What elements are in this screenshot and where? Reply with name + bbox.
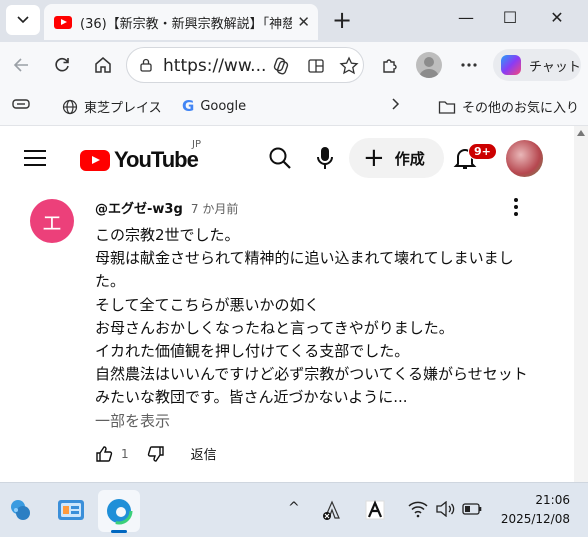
comment-author[interactable]: @エグゼ-w3g	[95, 202, 183, 217]
like-count: 1	[121, 446, 129, 461]
address-bar[interactable]: https://ww...	[126, 47, 364, 83]
tray-overflow-chevron-icon[interactable]: ^	[288, 500, 300, 516]
copilot-chat-button[interactable]: チャット	[493, 49, 581, 81]
youtube-logo[interactable]: YouTube JP	[80, 139, 201, 173]
refresh-icon[interactable]	[49, 52, 75, 78]
new-tab-button[interactable]: +	[328, 6, 356, 34]
copilot-page-icon[interactable]	[272, 57, 290, 75]
comment-text: この宗教2世でした。 母親は献金させられて精神的に追い込まれて壊れてしまいまし …	[95, 224, 550, 410]
tab-strip: (36)【新宗教・新興宗教解説】「神慈秀明会」 ✕ + — ☐ ✕	[0, 0, 588, 42]
globe-icon	[62, 99, 78, 114]
region-code: JP	[192, 139, 201, 150]
comment-line: 母親は献金させられて精神的に追い込まれて壊れてしまいまし	[95, 249, 514, 268]
comment-line: この宗教2世でした。	[95, 226, 240, 244]
weather-widget-icon[interactable]	[6, 495, 36, 525]
favorite-label: Google	[200, 98, 247, 114]
youtube-play-icon	[80, 149, 110, 171]
scroll-up-arrow-icon[interactable]	[577, 130, 585, 136]
other-favorites-folder[interactable]: その他のお気に入り	[438, 97, 579, 116]
browser-tab[interactable]: (36)【新宗教・新興宗教解説】「神慈秀明会」 ✕	[44, 4, 318, 40]
close-window-button[interactable]: ✕	[542, 8, 572, 27]
clock-time: 21:06	[535, 493, 570, 507]
tab-title: (36)【新宗教・新興宗教解説】「神慈秀明会」	[80, 16, 292, 32]
comment-line: そして全てこちらが悪いかの如く	[95, 295, 320, 314]
lock-icon	[140, 58, 152, 72]
youtube-favicon	[54, 15, 72, 29]
copilot-label: チャット	[529, 59, 581, 75]
avatar-letter: エ	[42, 210, 62, 235]
comment-actions: 1 返信	[95, 444, 217, 463]
profile-avatar[interactable]	[416, 52, 442, 78]
comment-more-options-icon[interactable]	[512, 198, 520, 219]
favorite-label: 東芝プレイス	[84, 101, 162, 116]
wifi-icon[interactable]	[408, 500, 428, 518]
comment-timestamp[interactable]: 7 か月前	[191, 202, 238, 216]
minimize-button[interactable]: —	[451, 8, 481, 27]
tab-list-button[interactable]	[6, 5, 40, 35]
menu-icon[interactable]	[24, 150, 46, 171]
system-clock[interactable]: 21:06 2025/12/08	[498, 491, 570, 529]
comment-line: みたいな教団です。皆さん近づかないように...	[95, 388, 408, 407]
more-menu-icon[interactable]	[456, 52, 482, 78]
thumbs-up-icon[interactable]	[95, 445, 113, 463]
comment-line: た。	[95, 272, 126, 291]
folder-icon	[438, 100, 456, 114]
edge-icon	[105, 497, 133, 525]
commenter-avatar[interactable]: エ	[30, 199, 74, 243]
active-app-indicator	[111, 530, 127, 533]
battery-icon[interactable]	[462, 503, 482, 515]
other-favorites-label: その他のお気に入り	[462, 101, 580, 116]
search-icon[interactable]	[266, 144, 294, 172]
favorites-overflow-chevron-icon[interactable]	[390, 97, 400, 111]
copilot-icon	[501, 55, 521, 75]
maximize-button[interactable]: ☐	[495, 8, 525, 27]
youtube-wordmark: YouTube	[114, 147, 199, 172]
microphone-icon[interactable]	[311, 144, 339, 172]
url-text: https://ww...	[163, 56, 267, 76]
comment-line: イカれた価値観を押し付けてくる支部でした。	[95, 342, 410, 361]
reply-button[interactable]: 返信	[191, 444, 217, 463]
chevron-down-icon	[17, 16, 29, 24]
create-label: 作成	[394, 149, 425, 168]
back-icon[interactable]	[8, 52, 34, 78]
comment-line: お母さんおかしくなったねと言ってきやがりました。	[95, 318, 454, 337]
favorite-star-icon[interactable]	[339, 56, 359, 76]
volume-icon[interactable]	[435, 501, 455, 517]
favorite-google[interactable]: G Google	[182, 97, 246, 115]
taskbar-edge-button[interactable]	[98, 490, 140, 532]
page-scrollbar[interactable]	[574, 126, 588, 482]
extensions-icon[interactable]	[377, 52, 403, 78]
favorite-toshiba-place[interactable]: 東芝プレイス	[62, 97, 162, 116]
home-icon[interactable]	[90, 52, 116, 78]
notification-count-badge: 9+	[468, 143, 497, 160]
comment-header: @エグゼ-w3g 7 か月前	[95, 198, 238, 217]
plus-icon: +	[363, 143, 385, 173]
favorites-bar: 東芝プレイス G Google その他のお気に入り	[0, 88, 588, 126]
comment-line: 自然農法はいいんですけど必ず宗教がついてくる嫌がらせセット	[95, 365, 528, 384]
google-icon: G	[182, 97, 195, 115]
show-less-link[interactable]: 一部を表示	[95, 410, 170, 431]
create-button[interactable]: + 作成	[349, 138, 444, 178]
tab-actions-icon[interactable]	[12, 97, 30, 111]
app-tray-icon[interactable]	[365, 500, 385, 520]
account-avatar[interactable]	[506, 140, 543, 177]
clock-date: 2025/12/08	[500, 512, 570, 526]
tab-close-icon[interactable]: ✕	[297, 13, 310, 31]
app-launcher-icon[interactable]	[56, 495, 86, 525]
screen: (36)【新宗教・新興宗教解説】「神慈秀明会」 ✕ + — ☐ ✕ https:…	[0, 0, 588, 537]
ime-status-icon[interactable]	[320, 500, 344, 522]
split-screen-icon[interactable]	[307, 57, 325, 75]
thumbs-down-icon[interactable]	[147, 445, 165, 463]
